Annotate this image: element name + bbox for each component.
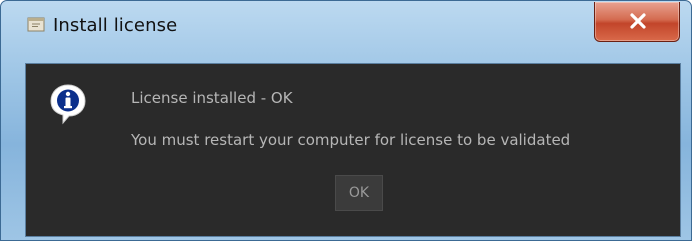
ok-button[interactable]: OK [335,175,383,211]
close-icon [630,13,646,29]
message-line-2: You must restart your computer for licen… [131,131,571,149]
title-bar[interactable]: Install license [1,1,691,42]
application-icon [27,16,45,32]
close-button[interactable] [594,2,680,42]
dialog-content: License installed - OK You must restart … [25,63,681,237]
message-line-1: License installed - OK [131,89,293,107]
install-license-dialog: Install license License installed - OK Y… [0,0,692,241]
window-title: Install license [53,15,178,36]
info-icon [48,82,88,126]
